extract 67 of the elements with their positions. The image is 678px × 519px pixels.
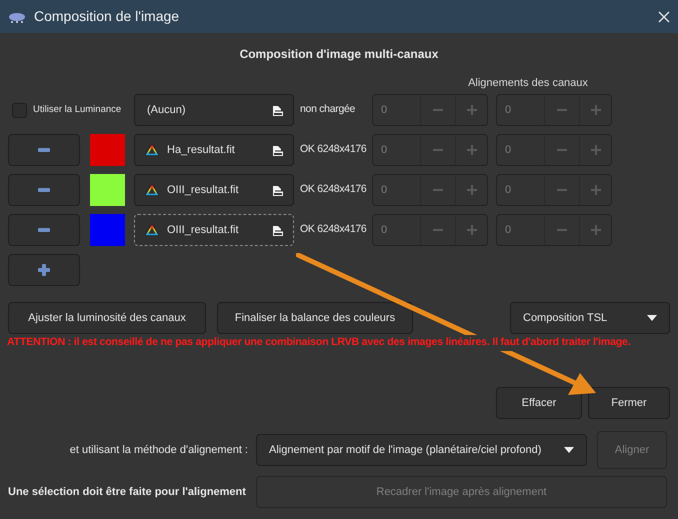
- spinbox-value: 0: [504, 222, 512, 238]
- plus-icon: [38, 264, 50, 276]
- minus-icon: [38, 228, 50, 232]
- rainbow-triangle-icon: [145, 224, 159, 236]
- dropdown-caret-icon: [647, 315, 657, 321]
- close-button[interactable]: Fermer: [588, 386, 670, 419]
- remove-channel-button[interactable]: [8, 134, 80, 166]
- plus-icon: [590, 225, 600, 235]
- panel-heading: Composition d'image multi-canaux: [240, 46, 438, 63]
- column-header: Alignements des canaux: [467, 76, 589, 90]
- minus-icon: [557, 229, 567, 231]
- file-select-button[interactable]: OIII_resultat.fit: [134, 174, 294, 206]
- minus-icon: [557, 189, 567, 191]
- spinbox-value: 0: [504, 102, 512, 118]
- minus-icon: [433, 109, 443, 111]
- spinbox-value: 0: [380, 142, 388, 158]
- selection-note: Une sélection doit être faite pour l'alignement: [8, 484, 247, 500]
- minus-icon: [433, 229, 443, 231]
- plus-icon: [590, 185, 600, 195]
- adjust-brightness-button[interactable]: Ajuster la luminosité des canaux: [8, 302, 206, 334]
- warning-message: ATTENTION : il est conseillé de ne pas appliquer une combinaison LRVB avec des images linéaires. Il faut d'abord traiter l'image.: [7, 335, 630, 351]
- checkbox-label: Utiliser la Luminance: [33, 102, 122, 117]
- app-logo-icon: [8, 10, 26, 22]
- dropdown-caret-icon: [564, 446, 574, 453]
- file-select-button[interactable]: Ha_resultat.fit: [134, 134, 294, 166]
- plus-icon: [466, 225, 476, 235]
- window-title: Composition de l'image: [34, 7, 180, 26]
- spinbox-value: 0: [380, 182, 388, 198]
- plus-icon: [466, 145, 476, 155]
- composition-mode-dropdown[interactable]: Composition TSL: [510, 302, 670, 334]
- alignment-method-dropdown[interactable]: Alignement par motif de l'image (planétaire/ciel profond): [256, 434, 587, 466]
- channel-color-swatch[interactable]: [90, 214, 125, 246]
- load-status: OK 6248x4176: [299, 182, 368, 198]
- load-status: OK 6248x4176: [299, 222, 368, 238]
- minus-icon: [557, 109, 567, 111]
- load-status: OK 6248x4176: [299, 142, 368, 158]
- spinbox-value: 0: [380, 222, 388, 238]
- minus-icon: [38, 148, 50, 152]
- channel-color-swatch[interactable]: [90, 174, 125, 206]
- minus-icon: [433, 149, 443, 151]
- add-channel-button[interactable]: [8, 254, 80, 286]
- remove-channel-button[interactable]: [8, 174, 80, 206]
- channel-color-swatch[interactable]: [90, 134, 125, 166]
- remove-channel-button[interactable]: [8, 214, 80, 246]
- save-icon: [271, 183, 285, 197]
- rainbow-triangle-icon: [145, 144, 159, 156]
- spinbox-value: 0: [504, 182, 512, 198]
- clear-button[interactable]: Effacer: [496, 386, 582, 419]
- plus-icon: [466, 185, 476, 195]
- minus-icon: [433, 189, 443, 191]
- save-icon: [271, 223, 285, 237]
- load-status: non chargée: [299, 102, 356, 118]
- spinbox-value: 0: [380, 102, 388, 118]
- file-select-button[interactable]: OIII_resultat.fit: [134, 214, 294, 246]
- plus-icon: [466, 105, 476, 115]
- minus-icon: [38, 188, 50, 192]
- color-balance-button[interactable]: Finaliser la balance des couleurs: [217, 302, 413, 334]
- plus-icon: [590, 105, 600, 115]
- plus-icon: [590, 145, 600, 155]
- file-select-button[interactable]: (Aucun): [134, 94, 294, 126]
- save-icon: [271, 103, 285, 117]
- close-icon: [658, 10, 670, 22]
- rainbow-triangle-icon: [145, 184, 159, 196]
- save-icon: [271, 143, 285, 157]
- minus-icon: [557, 149, 567, 151]
- alignment-method-label: et utilisant la méthode d'alignement :: [68, 442, 248, 458]
- spinbox-value: 0: [504, 142, 512, 158]
